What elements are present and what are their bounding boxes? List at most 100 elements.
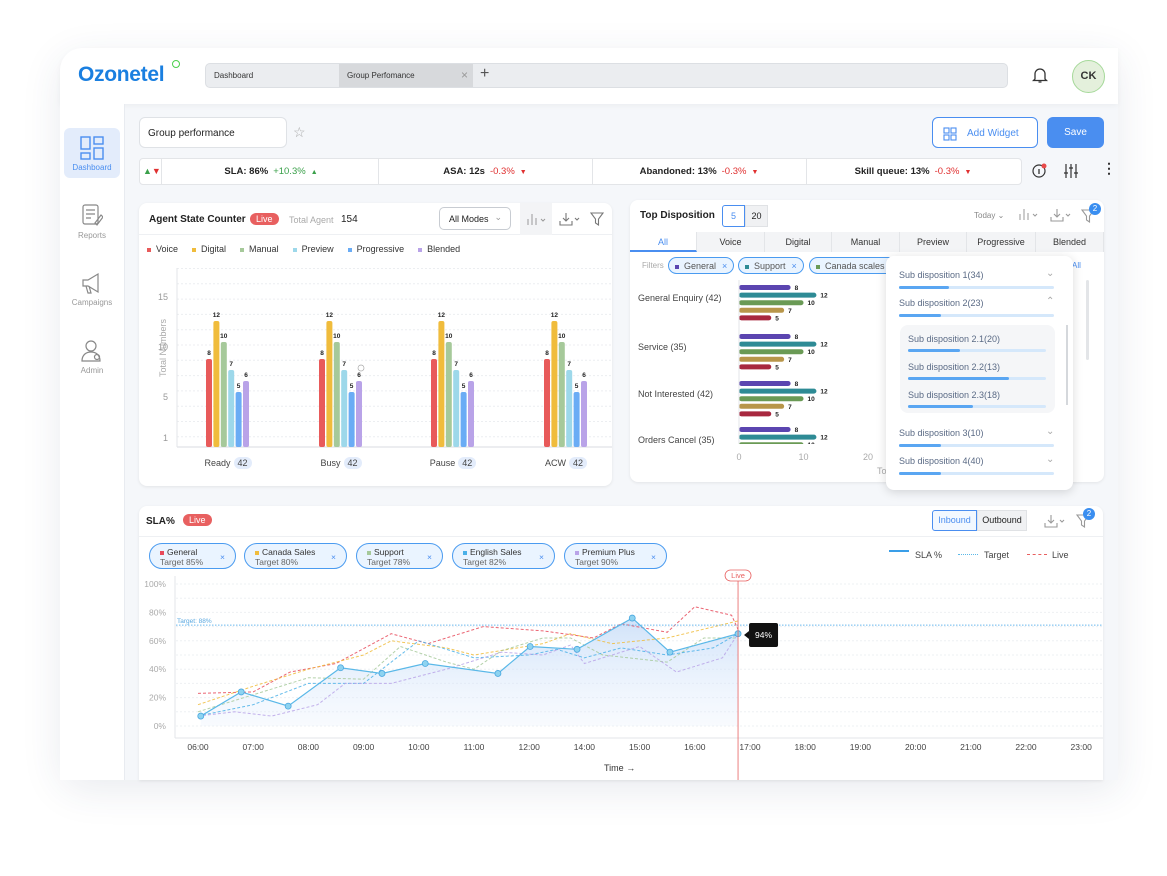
- sub-disposition-item[interactable]: Sub disposition 2(23): [899, 298, 984, 308]
- bar-value-label: 8: [545, 350, 549, 357]
- bar-value-label: 6: [357, 372, 361, 379]
- x-tick-label: 12:00: [519, 742, 541, 752]
- x-tick-label: 20: [863, 452, 873, 462]
- bar-value-label: 8: [795, 285, 799, 292]
- sla-point: [421, 660, 429, 667]
- bar-group: 5: [739, 315, 779, 322]
- bar: [235, 392, 242, 447]
- sub-disposition-item[interactable]: Sub disposition 4(40): [899, 456, 984, 466]
- bar-value-label: 8: [207, 350, 211, 357]
- x-tick-label: 17:00: [739, 742, 761, 752]
- bar: [739, 315, 772, 321]
- bar: [739, 356, 785, 362]
- bar-value-label: 10: [333, 333, 341, 340]
- sla-point: [284, 702, 292, 710]
- bar: [739, 427, 791, 432]
- bar-value-label: 7: [788, 357, 792, 364]
- y-tick-label: 100%: [144, 579, 166, 589]
- y-tick-label: 40%: [149, 664, 166, 674]
- chevron-down-icon[interactable]: ⌄: [1046, 454, 1054, 465]
- sub-disposition-child[interactable]: Sub disposition 2.3(18): [908, 390, 1000, 400]
- chevron-down-icon[interactable]: ⌄: [1046, 426, 1054, 437]
- sub-disposition-item[interactable]: Sub disposition 3(10): [899, 428, 984, 438]
- bar: [206, 359, 212, 447]
- x-tick-label: 06:00: [187, 742, 209, 752]
- x-tick-label: 16:00: [684, 742, 706, 752]
- sla-point: [628, 614, 636, 622]
- chevron-up-icon[interactable]: ⌃: [1046, 296, 1054, 307]
- sla-point: [197, 712, 205, 720]
- x-tick-label: 21:00: [960, 742, 982, 752]
- chevron-down-icon[interactable]: ⌄: [1046, 268, 1054, 279]
- bar-value-label: 10: [808, 300, 816, 307]
- x-tick-label: 09:00: [353, 742, 375, 752]
- bar-group: 8: [739, 334, 799, 341]
- tooltip-value: 94%: [755, 630, 772, 640]
- y-tick-label: 15: [158, 292, 168, 302]
- bar: [431, 359, 437, 447]
- bar-value-label: 5: [775, 315, 779, 322]
- x-tick-label: 19:00: [850, 742, 872, 752]
- bar: [438, 321, 445, 447]
- sla-point: [666, 648, 674, 656]
- scrollbar[interactable]: [1066, 325, 1068, 405]
- bar-value-label: 7: [788, 308, 792, 315]
- bar-value-label: 7: [229, 361, 233, 368]
- x-tick-label: 08:00: [298, 742, 320, 752]
- bar-value-label: 7: [567, 361, 571, 368]
- bar: [356, 381, 362, 447]
- bar-value-label: 10: [808, 349, 816, 356]
- x-tick-label: 10:00: [408, 742, 430, 752]
- x-tick-label: 0: [736, 452, 741, 462]
- bar-value-label: 5: [775, 364, 779, 371]
- tooltip-arrow: [744, 631, 750, 639]
- progress-bar: [908, 405, 1046, 408]
- bar-group: 12: [739, 434, 828, 442]
- bar: [739, 292, 817, 298]
- bar: [739, 364, 772, 370]
- bar-value-label: 8: [795, 381, 799, 388]
- bar-value-label: 10: [558, 333, 566, 340]
- bar: [243, 381, 249, 447]
- y-tick-label: 80%: [149, 607, 166, 617]
- sub-disposition-child[interactable]: Sub disposition 2.2(13): [908, 362, 1000, 372]
- bar: [333, 342, 340, 447]
- bar-value-label: 7: [342, 361, 346, 368]
- bar-group: 5: [739, 411, 779, 418]
- bar: [739, 285, 791, 290]
- bar: [573, 392, 580, 447]
- bar: [739, 334, 791, 339]
- bar-value-label: 5: [462, 383, 466, 390]
- bar: [460, 392, 467, 447]
- bar: [453, 370, 460, 447]
- sla-point: [237, 688, 245, 696]
- x-tick-label: 22:00: [1015, 742, 1037, 752]
- sub-disposition-popup: Sub disposition 1(34) ⌄ Sub disposition 2(…: [886, 256, 1073, 490]
- bar: [213, 321, 220, 447]
- bar: [739, 341, 817, 347]
- bar-group: 5: [739, 364, 779, 371]
- bar: [739, 381, 791, 386]
- bar-value-label: 10: [808, 442, 816, 449]
- bar-value-label: 12: [213, 312, 221, 319]
- bar: [739, 300, 804, 306]
- bar-value-label: 6: [244, 372, 248, 379]
- bar-group: 8: [739, 381, 799, 388]
- bar-value-label: 10: [808, 396, 816, 403]
- bar: [739, 349, 804, 355]
- sub-disposition-group: Sub disposition 2.1(20) Sub disposition 2…: [900, 325, 1055, 413]
- bar-value-label: 8: [795, 334, 799, 341]
- sub-disposition-item[interactable]: Sub disposition 1(34): [899, 270, 984, 280]
- x-tick-label: 07:00: [243, 742, 265, 752]
- progress-bar: [908, 377, 1046, 380]
- bar-value-label: 5: [350, 383, 354, 390]
- progress-bar: [899, 286, 1054, 289]
- sub-disposition-child[interactable]: Sub disposition 2.1(20): [908, 334, 1000, 344]
- bar-group: 12: [739, 388, 828, 396]
- bar: [551, 321, 558, 447]
- y-tick-label: 20%: [149, 693, 166, 703]
- bar-value-label: 6: [469, 372, 473, 379]
- sla-point: [526, 643, 534, 650]
- bar: [739, 396, 804, 402]
- sla-point: [494, 670, 502, 677]
